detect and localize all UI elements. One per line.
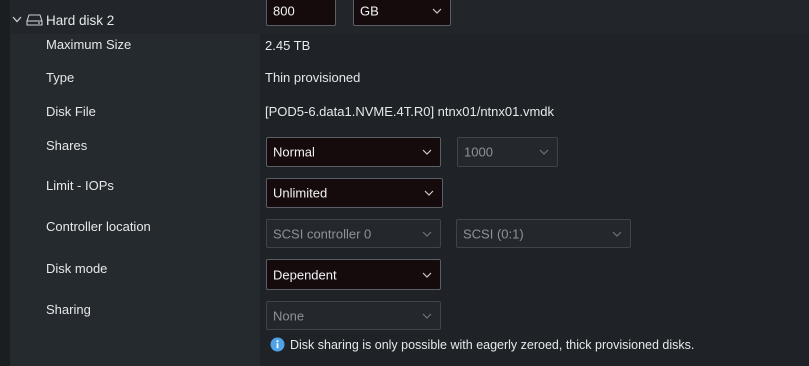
type-row: Type Thin provisioned: [10, 67, 809, 101]
chevron-down-icon: [422, 313, 432, 319]
limit-iops-label: Limit - IOPs: [46, 178, 114, 193]
disk-size-input[interactable]: 800: [266, 0, 336, 26]
controller-location-row: Controller location SCSI controller 0 SC…: [10, 213, 809, 255]
sharing-select[interactable]: None: [266, 301, 441, 330]
disk-mode-select[interactable]: Dependent: [266, 259, 441, 290]
chevron-down-icon: [612, 231, 622, 237]
shares-value-select[interactable]: 1000: [457, 137, 558, 167]
chevron-down-icon: [422, 272, 432, 278]
disk-size-unit-select[interactable]: GB: [353, 0, 451, 26]
chevron-down-icon: [424, 190, 434, 196]
chevron-down-icon: [539, 149, 549, 155]
chevron-down-icon[interactable]: [12, 16, 22, 23]
info-icon: [270, 337, 285, 352]
controller-location-label: Controller location: [46, 219, 151, 234]
maximum-size-row: Maximum Size 2.45 TB: [10, 34, 809, 68]
disk-file-value: [POD5-6.data1.NVME.4T.R0] ntnx01/ntnx01.…: [265, 104, 555, 119]
shares-row: Shares Normal 1000: [10, 133, 809, 174]
sharing-label: Sharing: [46, 302, 91, 317]
chevron-down-icon: [422, 231, 432, 237]
chevron-down-icon: [432, 8, 442, 14]
limit-iops-select[interactable]: Unlimited: [266, 178, 443, 208]
hard-disk-header-row: Hard disk 2 800 GB: [10, 0, 809, 35]
hard-disk-icon: [26, 14, 43, 26]
maximum-size-label: Maximum Size: [46, 37, 132, 52]
limit-iops-row: Limit - IOPs Unlimited: [10, 173, 809, 214]
scsi-node-select[interactable]: SCSI (0:1): [456, 219, 631, 248]
left-gutter: [0, 0, 10, 366]
chevron-down-icon: [422, 149, 432, 155]
maximum-size-value: 2.45 TB: [265, 38, 311, 53]
sharing-row: Sharing None Disk sharing is only possib…: [10, 295, 809, 366]
sharing-info-message: Disk sharing is only possible with eager…: [290, 338, 695, 352]
disk-mode-label: Disk mode: [46, 261, 108, 276]
shares-label: Shares: [46, 138, 88, 153]
disk-file-row: Disk File [POD5-6.data1.NVME.4T.R0] ntnx…: [10, 100, 809, 134]
type-value: Thin provisioned: [265, 70, 361, 85]
disk-mode-row: Disk mode Dependent: [10, 254, 809, 296]
disk-file-label: Disk File: [46, 104, 96, 119]
hard-disk-title: Hard disk 2: [46, 13, 115, 28]
controller-select[interactable]: SCSI controller 0: [266, 219, 441, 248]
type-label: Type: [46, 70, 75, 85]
shares-select[interactable]: Normal: [266, 137, 441, 167]
